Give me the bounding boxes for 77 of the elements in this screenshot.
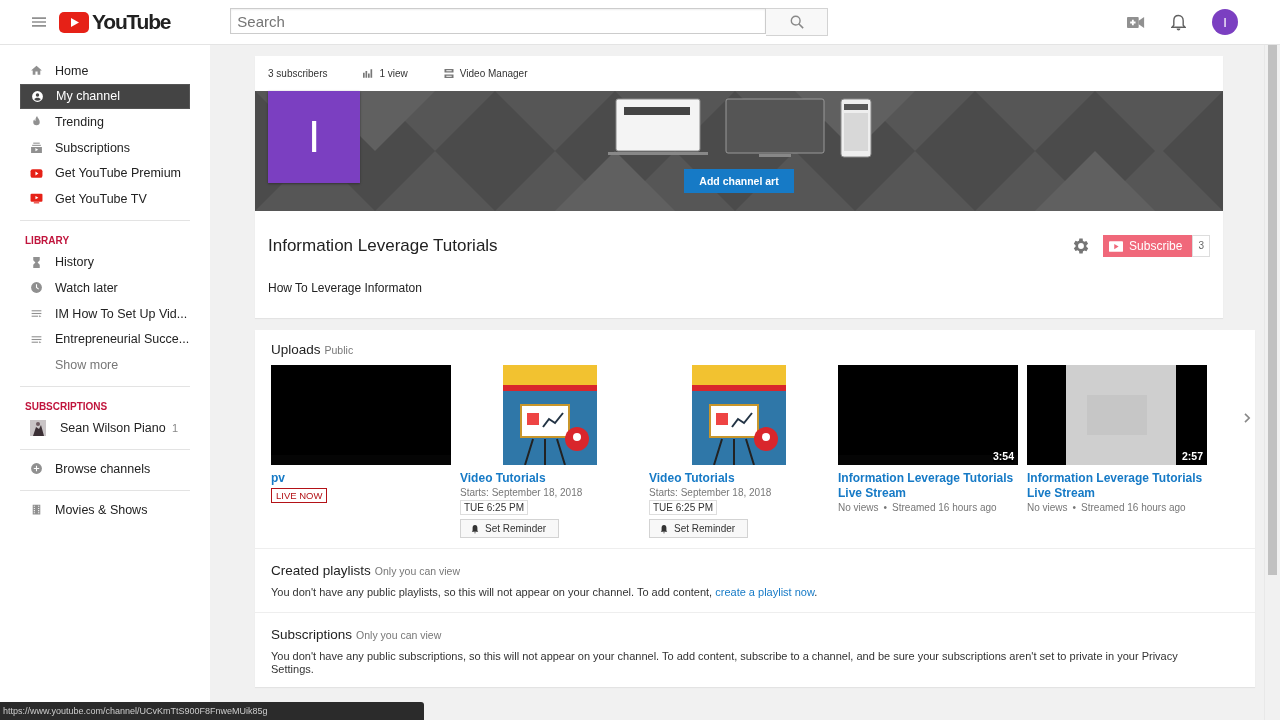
account-avatar[interactable]: I [1212, 9, 1238, 35]
sidebar-item[interactable]: Get YouTube TV [20, 185, 190, 212]
start-date: Starts: September 18, 2018 [649, 487, 772, 498]
video-manager-icon [443, 69, 454, 78]
sidebar-item[interactable]: IM How To Set Up Vid... [20, 300, 190, 327]
video-title[interactable]: Information Leverage Tutorials Live Stream [838, 471, 1018, 501]
sidebar-item[interactable]: Get YouTube Premium [20, 160, 190, 186]
video-camera-icon[interactable] [1127, 15, 1145, 29]
new-count: 1 [171, 422, 178, 435]
add-circle-icon [30, 462, 43, 476]
video-duration: 2:57 [1182, 450, 1203, 462]
visibility-label: Only you can view [374, 565, 460, 577]
view-count: 1 view [379, 68, 408, 79]
empty-message: You don't have any public playlists, so this will not appear on your channel. To add content, create a playlist now. [271, 586, 819, 600]
separator-dot: • [1072, 502, 1077, 513]
sidebar-item[interactable]: Trending [20, 109, 190, 135]
sidebar-item[interactable]: Movies & Shows [20, 496, 190, 523]
tv-icon [30, 192, 43, 206]
section-heading: LIBRARY [24, 233, 71, 248]
play-icon [1109, 240, 1124, 252]
section-title: Uploads [271, 342, 321, 357]
channel-avatar: I [268, 91, 360, 183]
film-icon [30, 503, 43, 516]
section-title: Subscriptions [271, 626, 353, 642]
search-field[interactable]: Search [230, 8, 767, 34]
search-button[interactable] [766, 8, 829, 36]
sidebar-item[interactable]: Browse channels [20, 456, 190, 482]
empty-message: You don't have any public subscriptions, so this will not appear on your channel. To add content, subscribe to a channel, and be sure your subscriptions aren't set to private in your Privacy Settings. [271, 649, 1179, 677]
youtube-logo[interactable] [59, 11, 89, 33]
scroll-thumb[interactable] [1268, 45, 1277, 575]
stream-time: Streamed 16 hours ago [1081, 502, 1186, 513]
sidebar-item[interactable]: Subscriptions [20, 134, 190, 161]
start-time: TUE 6:25 PM [460, 500, 529, 515]
menu-icon[interactable] [32, 17, 46, 27]
start-time: TUE 6:25 PM [649, 500, 718, 515]
sidebar-item[interactable]: History [20, 249, 190, 276]
search-icon [789, 15, 804, 29]
bell-icon [471, 523, 479, 534]
section-heading: SUBSCRIPTIONS [24, 399, 109, 414]
separator-dot: • [883, 502, 888, 513]
video-title[interactable]: Video Tutorials [460, 471, 546, 486]
video-title[interactable]: Information Leverage Tutorials Live Stream [1027, 471, 1207, 501]
sidebar-item[interactable]: Entrepreneurial Succe... [20, 326, 190, 352]
sidebar-item[interactable]: My channel [20, 83, 190, 110]
live-badge: LIVE NOW [271, 488, 328, 503]
set-reminder-button[interactable]: Set Reminder [649, 519, 749, 538]
view-count: No views [838, 502, 879, 513]
add-channel-art-button[interactable]: Add channel art [684, 169, 794, 193]
bar-chart-icon [363, 69, 374, 78]
show-more-link[interactable]: Show more [20, 351, 190, 378]
video-title[interactable]: Video Tutorials [649, 471, 735, 486]
subscriber-count: 3 [1192, 235, 1210, 257]
hourglass-icon [30, 255, 43, 269]
status-url: https://www.youtube.com/channel/UCvKmTtS900F8FnweMUik85g [0, 702, 424, 720]
sidebar-item[interactable]: Watch later [20, 275, 190, 301]
subscription-name[interactable]: Sean Wilson Piano [60, 421, 172, 436]
stream-time: Streamed 16 hours ago [892, 502, 997, 513]
video-duration: 3:54 [993, 450, 1014, 462]
scrollbar[interactable] [1264, 45, 1280, 720]
video-title[interactable]: pv [271, 471, 285, 486]
video-manager-link[interactable]: Video Manager [459, 68, 528, 79]
visibility-label: Only you can view [356, 628, 442, 641]
home-icon [30, 64, 43, 78]
account-icon [31, 89, 44, 103]
view-count: No views [1027, 502, 1068, 513]
section-title: Created playlists [271, 563, 371, 578]
sidebar-item[interactable]: Home [20, 58, 190, 84]
channel-description: How To Leverage Informaton [267, 281, 423, 297]
set-reminder-button[interactable]: Set Reminder [460, 519, 560, 538]
visibility-label: Public [324, 344, 354, 356]
channel-name: Information Leverage Tutorials [268, 236, 499, 256]
notifications-icon[interactable] [1171, 13, 1186, 31]
youtube-wordmark: YouTube [92, 10, 171, 34]
start-date: Starts: September 18, 2018 [460, 487, 583, 498]
bell-icon [660, 523, 668, 534]
clock-icon [30, 281, 43, 295]
subscriber-count: 3 subscribers [268, 68, 328, 79]
